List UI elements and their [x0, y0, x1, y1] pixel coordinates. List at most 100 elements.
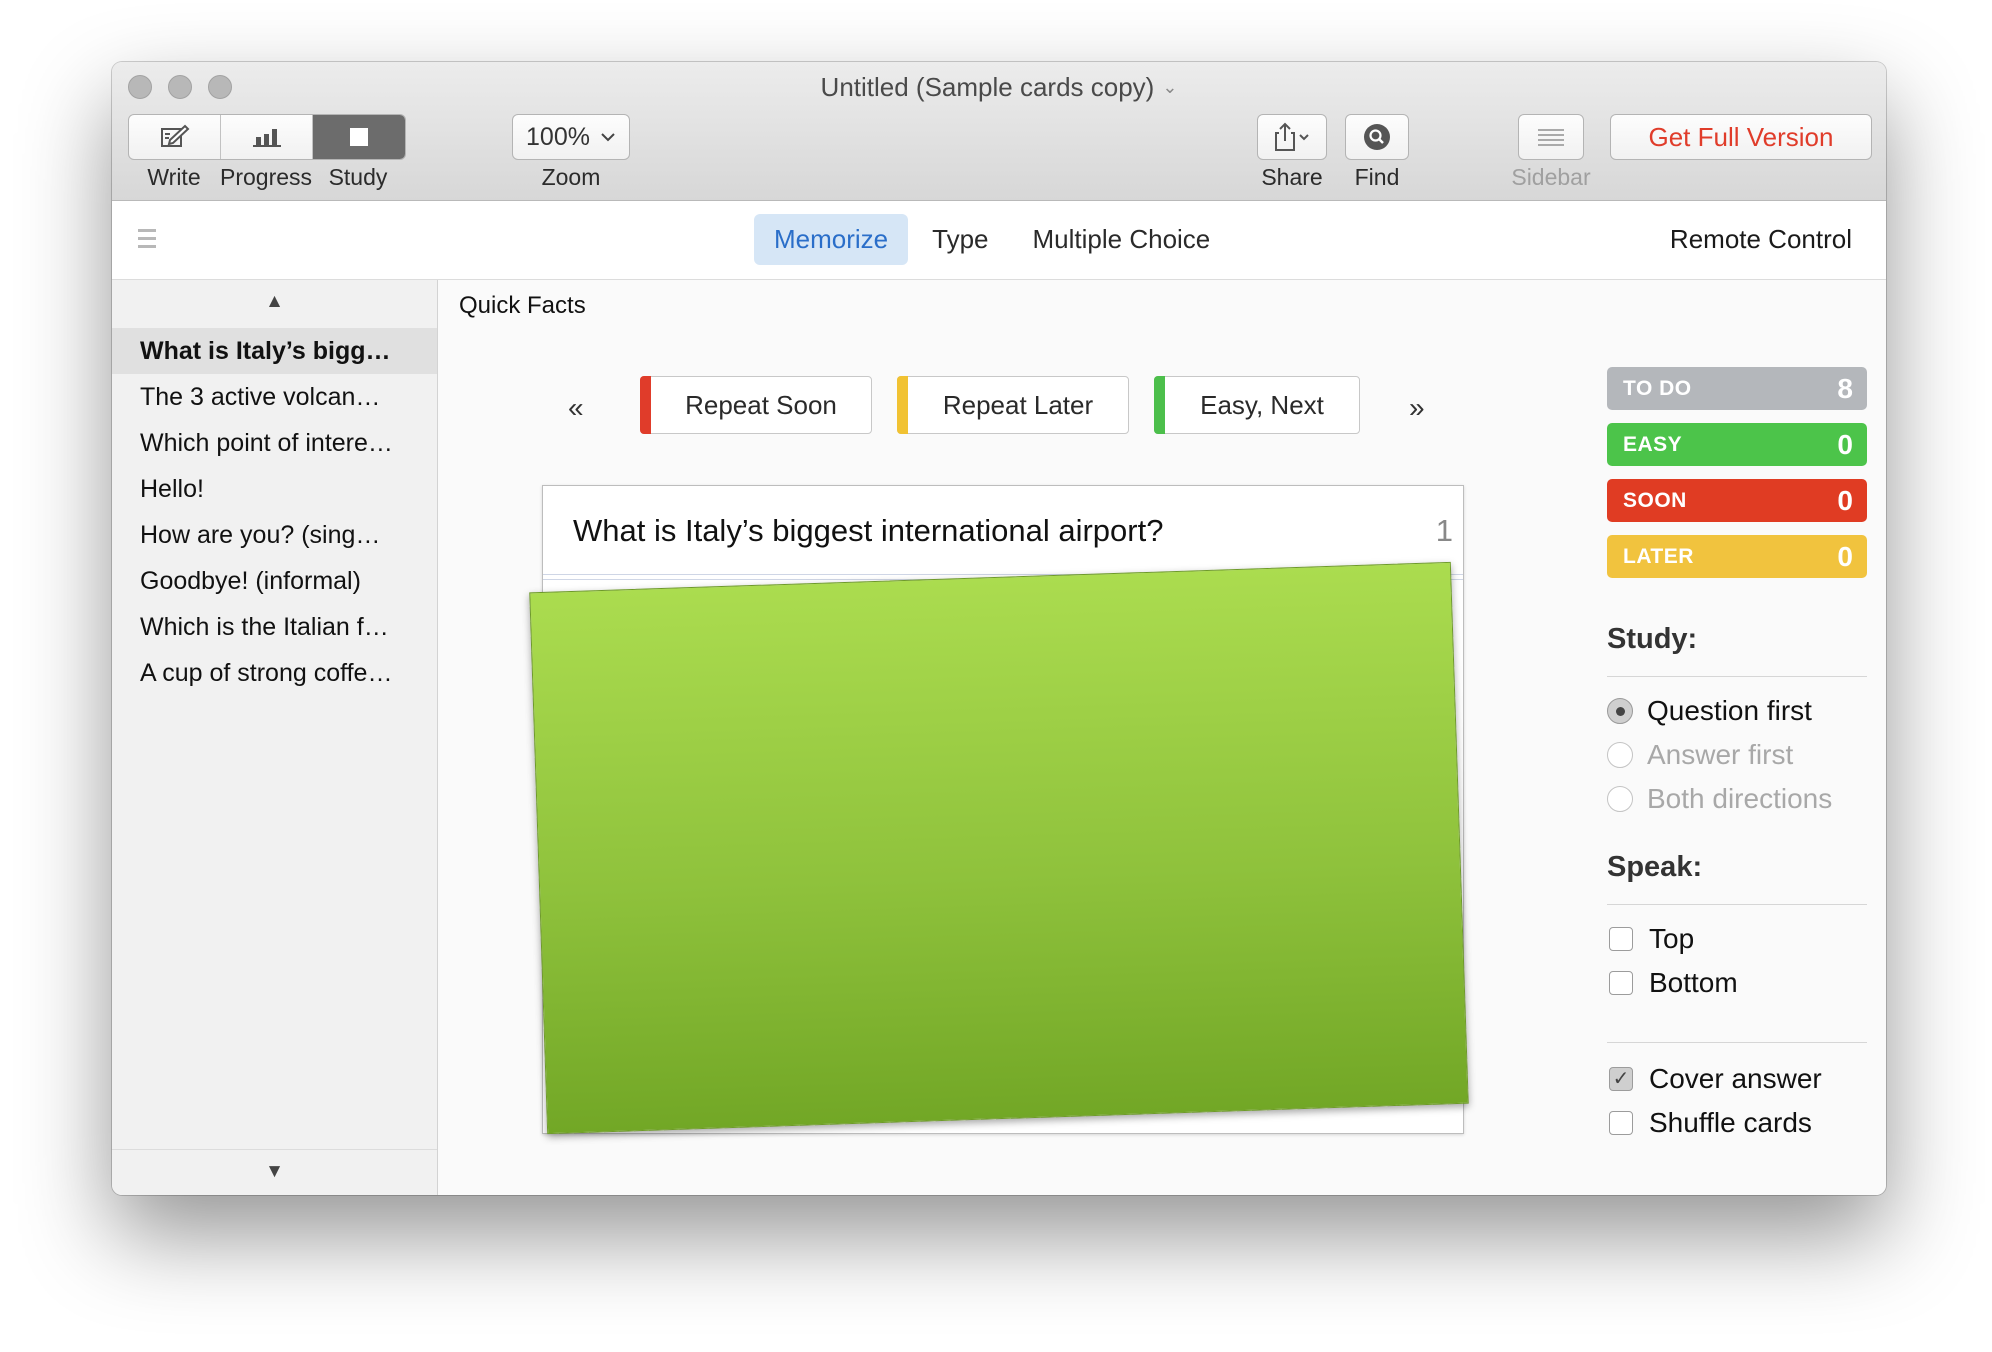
study-button[interactable] [313, 115, 405, 159]
study-heading: Study: [1607, 623, 1698, 655]
checkbox-icon [1609, 1111, 1633, 1135]
soon-count-badge: SOON 0 [1607, 479, 1867, 522]
study-mode-tabs: Memorize Type Multiple Choice [754, 214, 1230, 265]
speak-bottom-checkbox[interactable]: Bottom [1607, 967, 1738, 999]
question-first-label: Question first [1647, 695, 1812, 726]
answer-first-radio[interactable]: Answer first [1607, 739, 1793, 771]
easy-label: EASY [1623, 432, 1683, 456]
repeat-later-button[interactable]: Repeat Later [897, 376, 1129, 434]
card-list-item[interactable]: What is Italy’s bigg… [112, 328, 437, 374]
card-list-item[interactable]: Which point of intere… [112, 420, 437, 466]
zoom-label: Zoom [541, 164, 601, 190]
section-title: Quick Facts [459, 292, 586, 319]
easy-count-badge: EASY 0 [1607, 423, 1867, 466]
mode-bar: Memorize Type Multiple Choice Remote Con… [112, 201, 1886, 280]
study-label: Study [328, 164, 388, 190]
later-value: 0 [1837, 540, 1853, 572]
soon-label: SOON [1623, 488, 1687, 512]
radio-selected-icon [1607, 698, 1633, 724]
card-list-sidebar: ▲ What is Italy’s bigg… The 3 active vol… [112, 280, 438, 1195]
previous-card-button[interactable]: « [568, 392, 584, 424]
share-label: Share [1261, 164, 1323, 190]
tab-memorize[interactable]: Memorize [754, 214, 909, 265]
checkmark-icon: ✓ [1609, 1067, 1633, 1091]
easy-next-button[interactable]: Easy, Next [1154, 376, 1360, 434]
radio-icon [1607, 742, 1633, 768]
cover-answer-checkbox[interactable]: ✓ Cover answer [1607, 1063, 1822, 1095]
tab-multiple-choice[interactable]: Multiple Choice [1013, 214, 1231, 265]
checkbox-icon [1609, 927, 1633, 951]
write-label: Write [147, 164, 201, 190]
radio-icon [1607, 786, 1633, 812]
divider [1607, 904, 1867, 905]
progress-button[interactable] [221, 115, 313, 159]
red-indicator [640, 376, 651, 434]
sidebar-toggle-button[interactable] [1518, 114, 1584, 160]
speak-bottom-label: Bottom [1649, 967, 1738, 998]
sidebar-label: Sidebar [1511, 164, 1591, 190]
repeat-soon-label: Repeat Soon [685, 389, 837, 420]
scroll-up-arrow-icon[interactable]: ▲ [112, 291, 437, 313]
cover-answer-label: Cover answer [1649, 1063, 1822, 1094]
card-icon [350, 128, 368, 146]
card-list-item[interactable]: A cup of strong coffe… [112, 650, 437, 696]
app-window: Untitled (Sample cards copy) ⌄ Write Pro… [112, 62, 1886, 1195]
both-directions-radio[interactable]: Both directions [1607, 783, 1832, 815]
question-first-radio[interactable]: Question first [1607, 695, 1812, 727]
find-button[interactable] [1345, 114, 1409, 160]
progress-label: Progress [220, 164, 313, 190]
speak-heading: Speak: [1607, 851, 1703, 883]
divider [1607, 1042, 1867, 1043]
zoom-dropdown[interactable]: 100% [512, 114, 630, 160]
share-button[interactable] [1257, 114, 1327, 160]
easy-value: 0 [1837, 428, 1853, 460]
shuffle-cards-checkbox[interactable]: Shuffle cards [1607, 1107, 1812, 1139]
divider [1607, 676, 1867, 677]
card-list: What is Italy’s bigg… The 3 active volca… [112, 328, 437, 696]
answer-cover[interactable] [529, 561, 1469, 1135]
todo-label: TO DO [1623, 376, 1692, 400]
card-list-item[interactable]: The 3 active volcan… [112, 374, 437, 420]
yellow-indicator [897, 376, 908, 434]
later-count-badge: LATER 0 [1607, 535, 1867, 578]
green-indicator [1154, 376, 1165, 434]
bar-chart-icon [252, 129, 281, 147]
next-card-button[interactable]: » [1409, 392, 1425, 424]
repeat-soon-button[interactable]: Repeat Soon [640, 376, 872, 434]
search-icon [1364, 124, 1390, 150]
speak-top-checkbox[interactable]: Top [1607, 923, 1694, 955]
card-list-item[interactable]: Goodbye! (informal) [112, 558, 437, 604]
tab-type[interactable]: Type [912, 214, 1008, 265]
both-directions-label: Both directions [1647, 783, 1833, 814]
easy-next-label: Easy, Next [1200, 389, 1324, 420]
repeat-later-label: Repeat Later [942, 389, 1094, 420]
title-chevron-icon: ⌄ [1162, 77, 1178, 97]
card-list-item[interactable]: How are you? (sing… [112, 512, 437, 558]
study-area: Quick Facts « Repeat Soon Repeat Later E… [438, 280, 1886, 1195]
view-segmented-control [128, 114, 406, 160]
window-title[interactable]: Untitled (Sample cards copy) ⌄ [112, 72, 1886, 103]
later-label: LATER [1623, 544, 1694, 568]
soon-value: 0 [1837, 484, 1853, 516]
get-full-version-button[interactable]: Get Full Version [1610, 114, 1872, 160]
remote-control-button[interactable]: Remote Control [1670, 224, 1852, 255]
speak-top-label: Top [1649, 923, 1695, 954]
checkbox-icon [1609, 971, 1633, 995]
card-list-item[interactable]: Which is the Italian f… [112, 604, 437, 650]
sidebar-icon [1538, 129, 1564, 146]
answer-first-label: Answer first [1647, 739, 1794, 770]
todo-count-badge: TO DO 8 [1607, 367, 1867, 410]
zoom-value: 100% [526, 122, 590, 151]
scroll-down-arrow-icon[interactable]: ▼ [112, 1149, 437, 1195]
menu-icon[interactable] [138, 229, 156, 253]
window-title-text: Untitled (Sample cards copy) [820, 72, 1155, 102]
shuffle-cards-label: Shuffle cards [1649, 1107, 1812, 1138]
chevron-down-icon [601, 133, 615, 142]
pencil-icon [160, 124, 189, 147]
card-list-item[interactable]: Hello! [112, 466, 437, 512]
share-icon [1275, 122, 1309, 151]
write-button[interactable] [129, 115, 221, 159]
todo-value: 8 [1837, 372, 1853, 404]
find-label: Find [1354, 164, 1400, 190]
card-question: What is Italy’s biggest international ai… [573, 513, 1164, 548]
